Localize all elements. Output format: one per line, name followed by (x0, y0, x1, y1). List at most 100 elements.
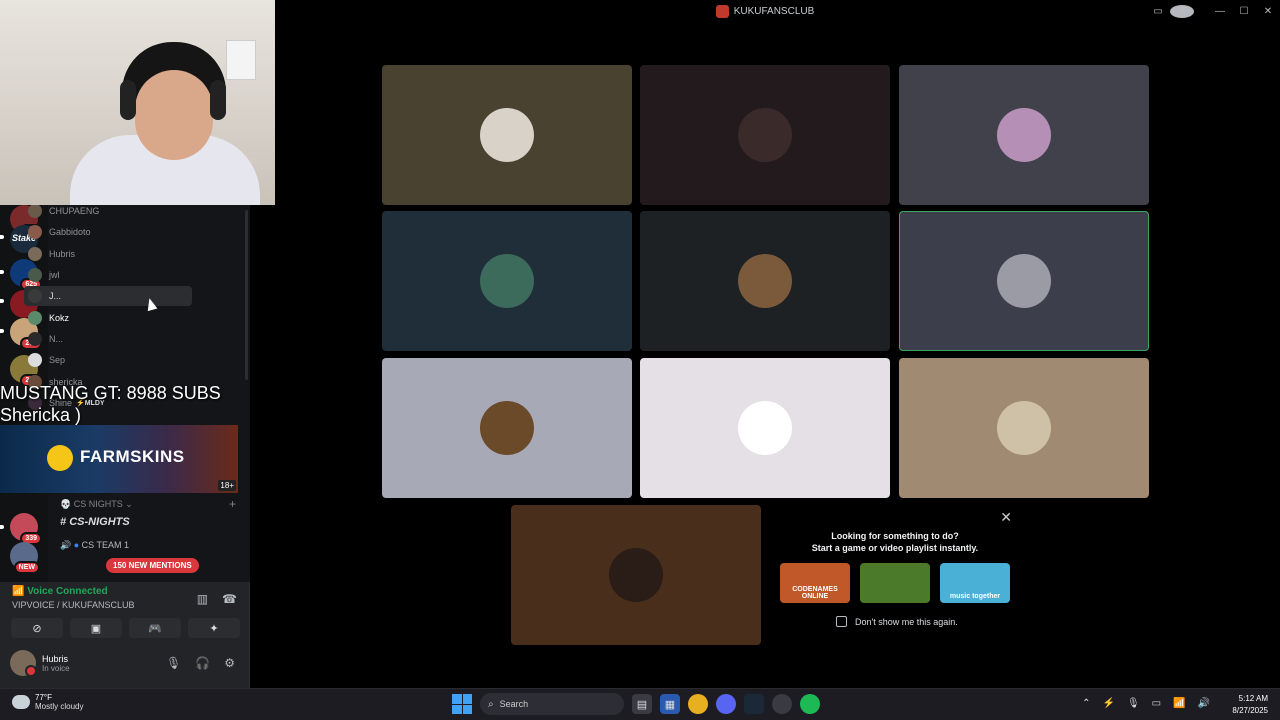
category-header[interactable]: 💀 CS NIGHTS ⌄ (60, 499, 133, 510)
member-item[interactable]: Gabbidoto (28, 222, 91, 242)
video-tile[interactable] (899, 211, 1149, 351)
member-name: Sep (49, 355, 66, 365)
task-view-icon[interactable]: ▤ (632, 694, 652, 714)
video-tile[interactable] (640, 358, 890, 498)
video-tile[interactable] (382, 211, 632, 351)
video-tile[interactable] (899, 65, 1149, 205)
server-icon-8[interactable]: 339 (10, 513, 42, 545)
activity-card-game[interactable] (860, 563, 930, 603)
avatar (28, 311, 42, 325)
disconnect-icon[interactable]: ☎ (222, 592, 237, 606)
chrome-icon[interactable] (688, 694, 708, 714)
participant-avatar (480, 108, 534, 162)
text-channel[interactable]: # CS-NIGHTS (60, 516, 130, 528)
network-icon[interactable]: ⚡ (1102, 698, 1114, 709)
display-icon[interactable]: ▭ (1152, 698, 1161, 709)
close-icon[interactable]: ✕ (1000, 509, 1012, 526)
windows-start-icon[interactable] (452, 694, 472, 714)
user-controls: 🎙 🎧 ⚙ (166, 656, 235, 670)
checkbox-icon[interactable] (836, 616, 847, 627)
participant-avatar (738, 254, 792, 308)
voice-channel[interactable]: 🔊 ● CS TEAM 1 (60, 540, 129, 551)
member-item[interactable]: jwl (28, 265, 60, 285)
avatar (28, 353, 42, 367)
soundboard-button[interactable]: ✦ (188, 618, 240, 638)
video-tile[interactable] (640, 211, 890, 351)
unread-indicator (0, 235, 4, 239)
avatar (28, 247, 42, 261)
member-name: Kokz (49, 313, 70, 323)
video-tile[interactable] (382, 65, 632, 205)
member-item[interactable]: Kokz (28, 308, 69, 328)
add-channel-button[interactable]: + (229, 497, 236, 511)
clock[interactable]: 5:12 AM 8/27/2025 (1232, 693, 1268, 717)
member-name: Hubris (49, 249, 76, 259)
participant-avatar (997, 108, 1051, 162)
microphone-icon[interactable]: 🎙 (1127, 698, 1140, 709)
member-item[interactable]: Sep (28, 350, 65, 370)
headphones-icon[interactable]: 🎧 (195, 656, 210, 670)
username: Hubris (42, 653, 69, 664)
chevron-up-icon[interactable]: ⌃ (1082, 698, 1090, 709)
member-item[interactable]: J... (24, 286, 192, 306)
participant-avatar (738, 401, 792, 455)
air-conditioner (226, 40, 256, 80)
help-icon[interactable]: ? (1170, 4, 1194, 18)
participant-avatar (609, 548, 663, 602)
avatar (10, 650, 37, 677)
overlay-line-2: Shericka ) (0, 405, 82, 425)
activity-button[interactable]: 🎮 (129, 618, 181, 638)
settings-gear-icon[interactable]: ⚙ (224, 656, 235, 670)
user-panel[interactable]: Hubris In voice (10, 650, 70, 677)
avatar (28, 225, 42, 239)
scrollbar[interactable] (245, 210, 248, 380)
server-icon-9[interactable]: NEW (10, 542, 40, 574)
video-tile[interactable] (382, 358, 632, 498)
video-tile[interactable] (640, 65, 890, 205)
activity-list: CODENAMES ONLINE music together (780, 563, 1010, 603)
volume-icon[interactable]: 🔊 (1198, 698, 1210, 709)
ad-brand: FARMSKINS (80, 447, 185, 466)
user-status: In voice (42, 663, 70, 673)
member-item[interactable]: N... (28, 329, 63, 349)
store-icon[interactable]: ▦ (660, 694, 680, 714)
activity-label: music together (949, 593, 1001, 600)
microphone-icon[interactable]: 🎙 (166, 656, 181, 670)
promo-heading: Looking for something to do? (831, 531, 959, 541)
channel-name: CS TEAM 1 (81, 540, 130, 550)
minimize-button[interactable]: — (1208, 6, 1232, 17)
weather-widget[interactable]: 77°F Mostly cloudy (12, 693, 83, 711)
activity-card-music[interactable]: music together (940, 563, 1010, 603)
voice-actions: ▥ ☎ (197, 592, 237, 606)
member-name: CHUPAENG (49, 206, 100, 216)
voice-channel-path[interactable]: VIPVOICE / KUKUFANSCLUB (12, 600, 135, 610)
screen-share-button[interactable]: ▣ (70, 618, 122, 638)
video-tile[interactable] (511, 505, 761, 645)
ad-banner[interactable]: FARMSKINS 18+ (0, 425, 238, 493)
participant-avatar (480, 254, 534, 308)
avatar (28, 332, 42, 346)
maximize-button[interactable]: ☐ (1232, 6, 1256, 17)
wifi-icon[interactable]: 📶 (1173, 698, 1185, 709)
dont-show-checkbox[interactable]: Don't show me this again. (836, 616, 958, 627)
taskbar-search[interactable]: ⌕ Search (480, 693, 624, 715)
close-button[interactable]: ✕ (1256, 6, 1280, 17)
voice-panel: 📶 Voice Connected VIPVOICE / KUKUFANSCLU… (0, 582, 250, 688)
video-tile[interactable] (899, 358, 1149, 498)
participant-avatar (997, 401, 1051, 455)
promo-subheading: Start a game or video playlist instantly… (811, 543, 979, 553)
steam-icon[interactable] (744, 694, 764, 714)
app-icon[interactable] (772, 694, 792, 714)
spotify-icon[interactable] (800, 694, 820, 714)
inbox-icon[interactable]: ▭ (1146, 6, 1170, 17)
camera-off-button[interactable]: ⊘ (11, 618, 63, 638)
discord-icon[interactable] (716, 694, 736, 714)
activity-card-codenames[interactable]: CODENAMES ONLINE (780, 563, 850, 603)
avatar (28, 289, 42, 303)
new-mentions-pill[interactable]: 150 NEW MENTIONS (106, 558, 199, 573)
system-tray: ⌃ ⚡ 🎙 ▭ 📶 🔊 (1082, 698, 1210, 709)
noise-suppression-icon[interactable]: ▥ (197, 592, 208, 606)
category-label: CS NIGHTS (73, 499, 123, 509)
unread-indicator (0, 299, 4, 303)
member-item[interactable]: Hubris (28, 244, 75, 264)
